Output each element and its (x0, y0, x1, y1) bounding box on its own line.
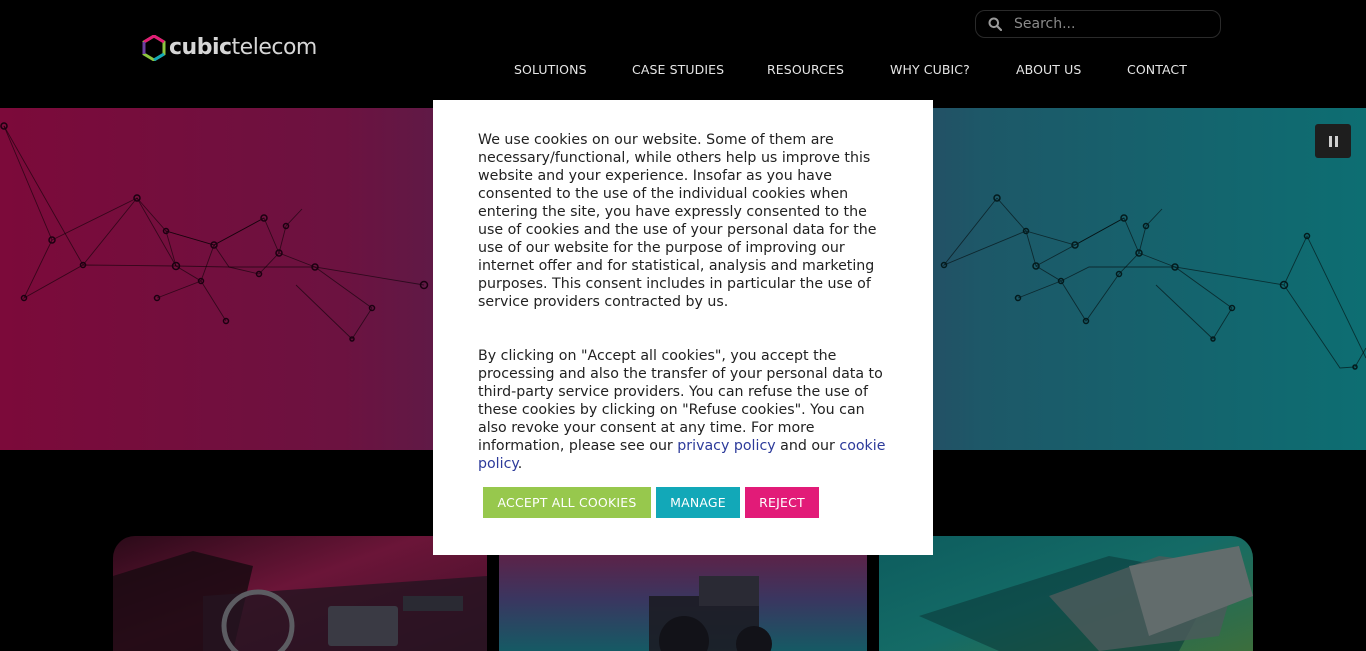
cookie-consent-dialog: We use cookies on our website. Some of t… (433, 100, 933, 555)
reject-cookies-button[interactable]: REJECT (745, 487, 819, 518)
manage-cookies-button[interactable]: MANAGE (656, 487, 740, 518)
cookie-text-paragraph-2: By clicking on "Accept all cookies", you… (478, 347, 888, 473)
cookie-button-row: ACCEPT ALL COOKIES MANAGE REJECT (483, 487, 824, 518)
period-text: . (517, 456, 523, 472)
and-our-text: and our (780, 438, 835, 454)
privacy-policy-link[interactable]: privacy policy (677, 438, 775, 454)
cookie-text-paragraph-1: We use cookies on our website. Some of t… (478, 132, 877, 310)
accept-all-cookies-button[interactable]: ACCEPT ALL COOKIES (483, 487, 651, 518)
